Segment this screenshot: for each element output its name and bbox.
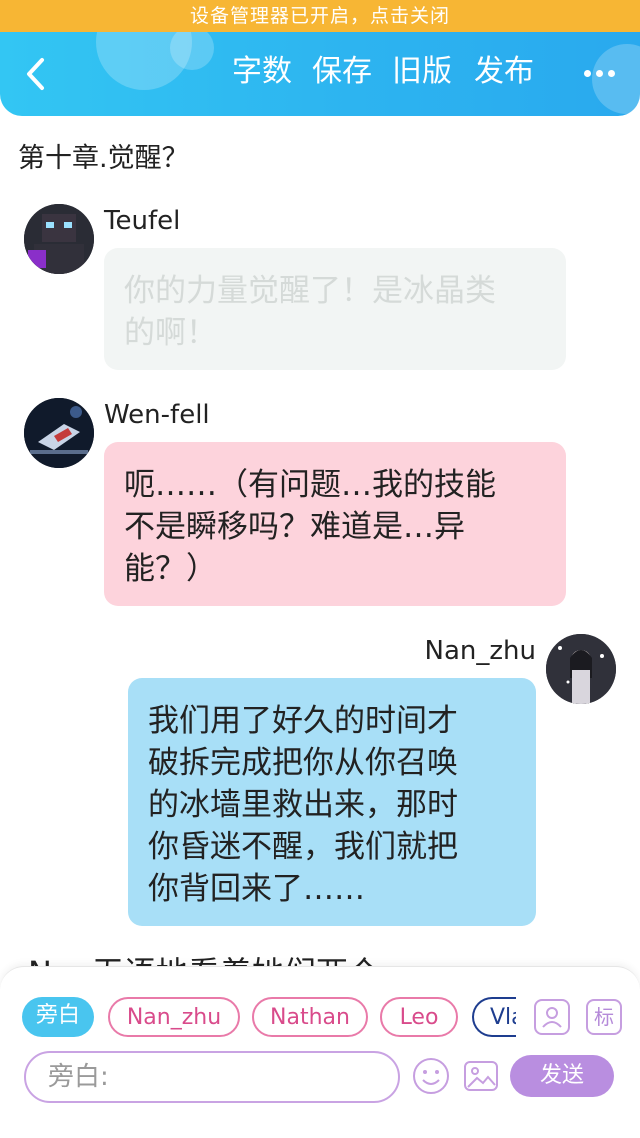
nanzhu-avatar[interactable] [546,634,616,704]
more-dots-icon [584,70,591,77]
message-line: 我们用了好久的时间才 [148,703,458,739]
role-chip-narration[interactable]: 旁白 [22,997,94,1037]
character-card-icon [542,1007,562,1028]
character-card-button[interactable] [534,999,570,1035]
message-line: 破拆完成把你从你召唤 [148,745,458,781]
image-icon [464,1061,498,1091]
emoji-button[interactable] [412,1057,450,1095]
dialogue-input[interactable]: 旁白: [24,1051,400,1103]
chapter-title[interactable]: 第十章.觉醒？ [18,136,189,175]
word-count-button[interactable]: 字数 [232,50,292,94]
message-line: 你昏迷不醒，我们就把 [148,829,458,865]
role-chip-leo[interactable]: Leo [380,997,458,1037]
role-chip-nathan[interactable]: Nathan [252,997,368,1037]
more-button[interactable] [580,50,620,94]
message-bubble[interactable]: 你的力量觉醒了！是冰晶类 的啊！ [104,248,566,370]
send-button[interactable]: 发送 [510,1055,614,1097]
back-button[interactable] [20,52,54,96]
message-line: 的冰墙里救出来，那时 [148,787,458,823]
message-line: 能？） [124,551,217,587]
publish-button[interactable]: 发布 [474,50,534,94]
teufel-avatar-image [24,204,94,274]
more-dot [596,70,603,77]
device-manager-banner[interactable]: 设备管理器已开启，点击关闭 [0,0,640,32]
emoji-icon [413,1058,449,1094]
tag-button[interactable]: 标 [586,999,622,1035]
teufel-avatar[interactable] [24,204,94,274]
chevron-left-icon [27,58,44,90]
role-chip-nan-zhu[interactable]: Nan_zhu [108,997,240,1037]
message-line: 你背回来了…… [148,871,365,907]
speaker-name: Teufel [104,206,181,236]
save-button[interactable]: 保存 [312,50,372,94]
message-bubble[interactable]: 我们用了好久的时间才 破拆完成把你从你召唤 的冰墙里救出来，那时 你昏迷不醒，我… [128,678,536,926]
message-line: 你的力量觉醒了！是冰晶类 [124,273,496,309]
speaker-name: Nan_zhu [424,636,536,666]
old-version-button[interactable]: 旧版 [392,50,452,94]
role-chip-vla[interactable]: Vla [472,997,516,1037]
composer-panel: 旁白 Nan_zhu Nathan Leo Vla 标 旁白: 发送 [0,966,640,1138]
message-line: 不是瞬移吗？难道是…异 [124,509,465,545]
wenfell-avatar-image [24,398,94,468]
wenfell-avatar[interactable] [24,398,94,468]
bubble-decoration [170,32,214,70]
message-line: 呃……（有问题…我的技能 [124,467,496,503]
tag-icon: 标 [594,1005,614,1029]
message-line: 的啊！ [124,315,217,351]
speaker-name: Wen-fell [104,400,210,430]
nanzhu-avatar-image [546,634,616,704]
more-dot [608,70,615,77]
message-bubble[interactable]: 呃……（有问题…我的技能 不是瞬移吗？难道是…异 能？） [104,442,566,606]
top-toolbar: 字数 保存 旧版 发布 [0,32,640,116]
image-button[interactable] [462,1057,500,1095]
